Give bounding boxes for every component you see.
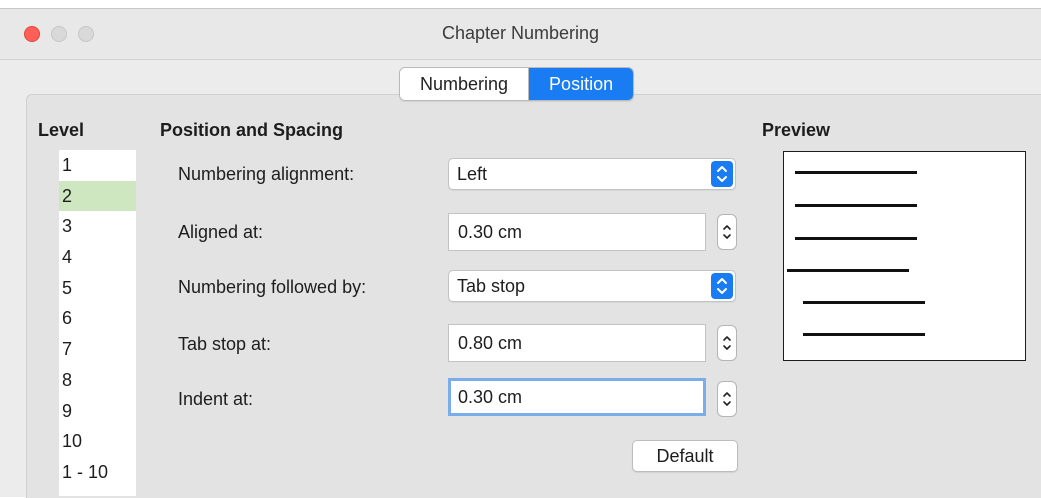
title-bar: Chapter Numbering — [0, 9, 1041, 60]
stepper-arrows-icon — [723, 336, 731, 350]
preview-line — [803, 333, 925, 336]
aligned-at-value: 0.30 cm — [458, 222, 523, 242]
indent-at-value: 0.30 cm — [458, 387, 523, 407]
numbering-alignment-select[interactable]: Left — [448, 158, 736, 190]
preview-box — [783, 151, 1026, 361]
numbering-followed-by-value: Tab stop — [457, 276, 526, 296]
indent-at-label: Indent at: — [178, 389, 254, 409]
level-list[interactable]: 1 2 3 4 5 6 7 8 9 10 1 - 10 — [59, 150, 136, 496]
chevron-up-down-icon — [711, 273, 733, 299]
tab-bar: Numbering Position — [399, 67, 635, 101]
position-spacing-heading: Position and Spacing — [160, 120, 344, 140]
numbering-alignment-value: Left — [457, 164, 488, 184]
level-item-1-10[interactable]: 1 - 10 — [59, 457, 136, 488]
window-title: Chapter Numbering — [441, 23, 600, 43]
level-item-2[interactable]: 2 — [59, 180, 136, 212]
level-item-5[interactable]: 5 — [59, 273, 136, 304]
level-item-6[interactable]: 6 — [59, 303, 136, 334]
level-item-1[interactable]: 1 — [59, 150, 136, 181]
default-button[interactable]: Default — [632, 440, 738, 472]
level-item-9[interactable]: 9 — [59, 396, 136, 427]
level-item-8[interactable]: 8 — [59, 365, 136, 396]
stepper-arrows-icon — [723, 392, 731, 406]
preview-line — [787, 269, 909, 272]
numbering-followed-by-select[interactable]: Tab stop — [448, 270, 736, 302]
indent-at-stepper[interactable] — [717, 381, 737, 417]
level-item-4[interactable]: 4 — [59, 242, 136, 273]
preview-line — [803, 301, 925, 304]
level-item-7[interactable]: 7 — [59, 334, 136, 365]
chevron-up-down-icon — [711, 161, 733, 187]
preview-line — [795, 237, 917, 240]
numbering-followed-by-label: Numbering followed by: — [178, 277, 367, 297]
preview-heading: Preview — [762, 120, 831, 140]
tab-numbering[interactable]: Numbering — [400, 68, 529, 100]
level-item-10[interactable]: 10 — [59, 426, 136, 457]
aligned-at-label: Aligned at: — [178, 222, 264, 242]
aligned-at-field[interactable]: 0.30 cm — [448, 213, 706, 251]
tab-position[interactable]: Position — [528, 68, 634, 100]
tab-stop-at-value: 0.80 cm — [458, 333, 523, 353]
aligned-at-stepper[interactable] — [717, 214, 737, 250]
tab-stop-at-stepper[interactable] — [717, 325, 737, 361]
stepper-arrows-icon — [723, 225, 731, 239]
numbering-alignment-label: Numbering alignment: — [178, 164, 355, 184]
preview-line — [795, 171, 917, 174]
level-heading: Level — [38, 120, 85, 140]
tab-stop-at-field[interactable]: 0.80 cm — [448, 324, 706, 362]
level-item-3[interactable]: 3 — [59, 211, 136, 242]
preview-line — [795, 204, 917, 207]
indent-at-field[interactable]: 0.30 cm — [448, 378, 706, 416]
tab-stop-at-label: Tab stop at: — [178, 334, 272, 354]
